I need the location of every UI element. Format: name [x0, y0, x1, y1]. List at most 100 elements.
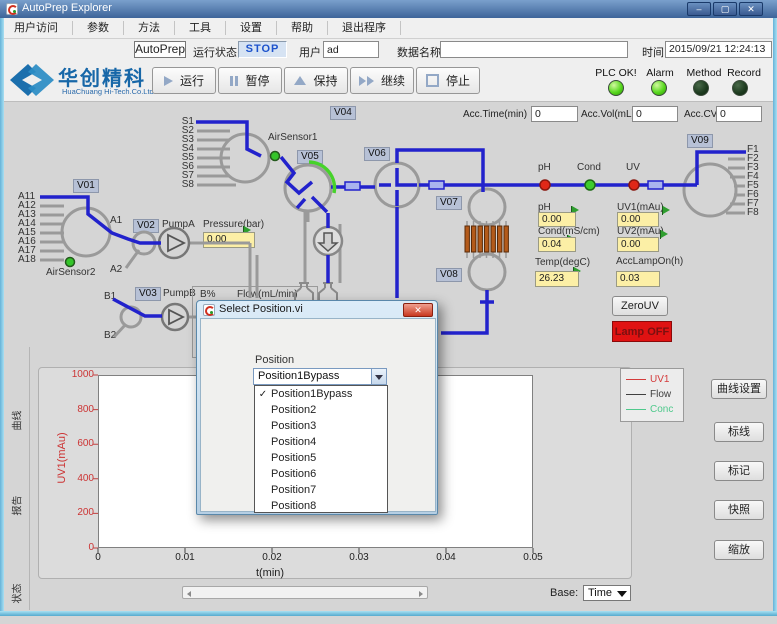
curve-settings-button[interactable]: 曲线设置 [711, 379, 767, 399]
lamp-off-button[interactable]: Lamp OFF [612, 321, 672, 342]
close-button[interactable]: ✕ [739, 2, 763, 16]
valve-v09-label[interactable]: V09 [687, 134, 713, 148]
alarm-led [651, 80, 667, 96]
pump-b[interactable] [162, 304, 188, 330]
user-input[interactable] [323, 41, 379, 58]
option-position8[interactable]: Position8 [255, 498, 387, 514]
valve-position-arc [309, 162, 334, 193]
menu-parameters[interactable]: 参数 [73, 21, 124, 35]
valve-v08[interactable] [469, 254, 505, 290]
option-position7[interactable]: Position7 [255, 482, 387, 498]
valve-v06[interactable] [375, 163, 419, 207]
valve-v05-label[interactable]: V05 [297, 150, 323, 164]
maximize-button[interactable]: ▢ [713, 2, 737, 16]
valve-v02-label[interactable]: V02 [133, 219, 159, 233]
valve-v02[interactable] [133, 232, 155, 254]
user-label: 用户 [299, 44, 321, 60]
pause-button-label: 暂停 [245, 72, 269, 89]
x-tick-002: 0.02 [252, 552, 292, 563]
mark-button[interactable]: 标记 [714, 461, 764, 481]
ph-readout-value: 0.00 [538, 212, 576, 227]
option-position2[interactable]: Position2 [255, 402, 387, 418]
pump-a[interactable] [159, 228, 189, 258]
airsensor1-label: AirSensor1 [268, 133, 317, 143]
y-tick-1000: 1000 [60, 369, 94, 380]
option-position5[interactable]: Position5 [255, 450, 387, 466]
app-icon [6, 3, 18, 15]
resume-button[interactable]: 继续 [350, 67, 414, 94]
position-combobox[interactable]: Position1Bypass [253, 368, 387, 385]
zero-uv-button[interactable]: ZeroUV [612, 296, 668, 316]
combobox-dropdown-icon[interactable] [371, 368, 387, 385]
valve-v07[interactable] [469, 189, 505, 225]
valve-v03[interactable] [121, 307, 141, 327]
menu-exit[interactable]: 退出程序 [328, 21, 401, 35]
conc-line-swatch [626, 409, 646, 410]
hold-button[interactable]: 保持 [284, 67, 348, 94]
valve-v03-label[interactable]: V03 [135, 287, 161, 301]
x-tick-001: 0.01 [165, 552, 205, 563]
valve-v04-label[interactable]: V04 [330, 106, 356, 120]
valve-v08-label[interactable]: V08 [436, 268, 462, 282]
stop-button-label: 停止 [446, 72, 470, 89]
dialog-close-icon[interactable]: ✕ [403, 303, 433, 317]
chevron-down-icon [617, 591, 627, 597]
airsensor2-led [66, 258, 75, 267]
tab-report[interactable]: 报告 [9, 476, 24, 536]
option-position1bypass[interactable]: ✓Position1Bypass [255, 386, 387, 402]
option-position4[interactable]: Position4 [255, 434, 387, 450]
temp-readout-value: 26.23 [535, 271, 579, 287]
y-tick-200: 200 [60, 507, 94, 518]
run-button[interactable]: 运行 [152, 67, 216, 94]
autoprep-window: { "window": {"title": "AutoPrep Explorer… [0, 0, 777, 616]
marker-line-button[interactable]: 标线 [714, 422, 764, 442]
base-dropdown[interactable]: Time [583, 585, 631, 601]
side-tab-divider [29, 347, 30, 610]
acclampon-label: AccLampOn(h) [616, 257, 683, 267]
flow-line-swatch [626, 394, 646, 395]
gradient-b-label: B% [200, 290, 216, 300]
chart-h-scrollbar[interactable] [182, 586, 428, 599]
uv-sensor-dot [629, 180, 639, 190]
menu-method[interactable]: 方法 [124, 21, 175, 35]
y-axis-label: UV1(mAu) [56, 418, 68, 498]
base-dropdown-value: Time [588, 587, 612, 599]
title-bar: AutoPrep Explorer – ▢ ✕ [0, 0, 777, 18]
base-label: Base: [550, 587, 578, 599]
option-position3[interactable]: Position3 [255, 418, 387, 434]
pump-a-label: PumpA [162, 220, 195, 230]
zoom-button[interactable]: 缩放 [714, 540, 764, 560]
dataname-input[interactable] [440, 41, 628, 58]
menu-settings[interactable]: 设置 [226, 21, 277, 35]
stop-button[interactable]: 停止 [416, 67, 480, 94]
valve-v01[interactable] [62, 208, 110, 256]
menu-tools[interactable]: 工具 [175, 21, 226, 35]
valve-v09[interactable] [684, 164, 736, 216]
menu-user-access[interactable]: 用户访问 [0, 21, 73, 35]
autoprep-button[interactable]: AutoPrep [134, 41, 186, 58]
menu-help[interactable]: 帮助 [277, 21, 328, 35]
valve-v04[interactable] [221, 134, 269, 182]
column [465, 221, 508, 258]
position-options-list: ✓Position1Bypass Position2 Position3 Pos… [254, 385, 388, 513]
acc-cv-label: Acc.CV [684, 109, 717, 120]
y-tick-800: 800 [60, 404, 94, 415]
position-field-label: Position [255, 354, 294, 366]
dialog-title: Select Position.vi [219, 303, 303, 315]
cond-readout-value: 0.04 [538, 237, 576, 252]
tab-curve[interactable]: 曲线 [9, 391, 24, 451]
play-icon [164, 76, 173, 86]
snapshot-button[interactable]: 快照 [714, 500, 764, 520]
valve-v07-label[interactable]: V07 [436, 196, 462, 210]
acc-cv-value: 0 [716, 106, 762, 122]
pressure-label: Pressure(bar) [203, 220, 264, 230]
minimize-button[interactable]: – [687, 2, 711, 16]
legend-flow: Flow [621, 387, 683, 402]
option-position6[interactable]: Position6 [255, 466, 387, 482]
valve-v01-label[interactable]: V01 [73, 179, 99, 193]
pause-icon [230, 76, 238, 86]
pause-button[interactable]: 暂停 [218, 67, 282, 94]
x-tick-003: 0.03 [339, 552, 379, 563]
valve-v05[interactable] [285, 165, 331, 211]
valve-v06-label[interactable]: V06 [364, 147, 390, 161]
